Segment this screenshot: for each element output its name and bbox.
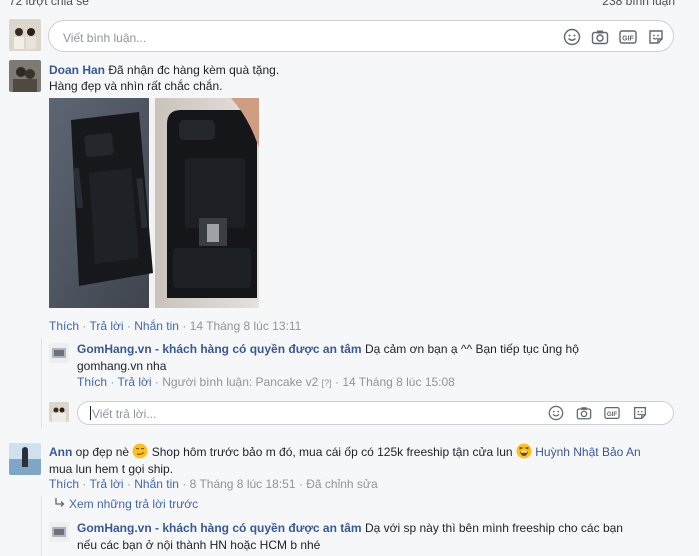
- reply-text-line2: gomhang.vn nha: [77, 359, 167, 373]
- comment2-author[interactable]: Ann: [49, 445, 72, 459]
- reply2-text-line2: nếu các bạn ở nội thành HN hoặc HCM b nh…: [77, 538, 321, 552]
- gomhang-avatar[interactable]: [49, 343, 69, 363]
- comments-count[interactable]: 238 bình luận: [602, 0, 675, 8]
- emoji-icon[interactable]: [563, 28, 581, 46]
- comment-timestamp[interactable]: 14 Tháng 8 lúc 13:11: [190, 319, 302, 333]
- reply2-text-line1: Dạ với sp này thì bên mình freeship cho …: [364, 521, 623, 535]
- message-link[interactable]: Nhắn tin: [134, 477, 179, 491]
- reply-composer-avatar: [49, 402, 69, 422]
- see-previous-label[interactable]: Xem những trả lời trước: [69, 497, 198, 511]
- reply-link[interactable]: Trả lời: [89, 319, 123, 333]
- comment-text-line2: Hàng đẹp và nhìn rất chắc chắn.: [49, 79, 223, 93]
- reply-thread-line: [41, 496, 42, 556]
- reply-input[interactable]: [90, 403, 394, 425]
- commenter-tag[interactable]: [?]: [322, 378, 332, 388]
- comment-actions: Thích · Trả lời · Nhắn tin · 14 Tháng 8 …: [49, 319, 302, 333]
- comment-input[interactable]: [61, 27, 365, 49]
- laughing-emoji-icon: [516, 443, 532, 459]
- reply-timestamp[interactable]: 14 Tháng 8 lúc 15:08: [342, 375, 455, 389]
- like-link[interactable]: Thích: [49, 319, 79, 333]
- comment2-text-part2: Shop hôm trước bảo m đó, mua cái ốp có 1…: [151, 445, 513, 459]
- reply-arrow-icon: [55, 498, 65, 507]
- camera-icon[interactable]: [576, 405, 592, 421]
- reply-actions: Thích · Trả lời · Người bình luận: Panca…: [77, 375, 455, 389]
- sticker-icon[interactable]: [647, 28, 665, 46]
- camera-icon[interactable]: [591, 28, 609, 46]
- comment2-text-part1: op đẹp nè: [75, 445, 130, 459]
- reply-link[interactable]: Trả lời: [89, 477, 123, 491]
- like-link[interactable]: Thích: [49, 477, 79, 491]
- comment-body: Doan Han Đã nhận đc hàng kèm quà tặng. H…: [49, 62, 669, 94]
- comment2-actions: Thích · Trả lời · Nhắn tin · 8 Tháng 8 l…: [49, 477, 378, 491]
- edited-label[interactable]: Đã chỉnh sửa: [306, 477, 377, 491]
- sticker-icon[interactable]: [632, 405, 648, 421]
- comment-text-line1: Đã nhận đc hàng kèm quà tặng.: [108, 63, 280, 77]
- reply-reply-link[interactable]: Trả lời: [117, 375, 151, 389]
- commenter-label: Người bình luận: Pancake v2: [162, 375, 319, 389]
- svg-text:GIF: GIF: [622, 35, 634, 42]
- current-user-avatar: [9, 19, 41, 51]
- ann-avatar[interactable]: [9, 443, 41, 475]
- reply2-body: GomHang.vn - khách hàng có quyền được an…: [77, 520, 657, 554]
- comment-author[interactable]: Doan Han: [49, 63, 105, 77]
- gif-icon[interactable]: GIF: [619, 28, 637, 46]
- message-link[interactable]: Nhắn tin: [134, 319, 179, 333]
- text-cursor: [90, 406, 91, 420]
- comment2-timestamp[interactable]: 8 Tháng 8 lúc 18:51: [190, 477, 296, 491]
- mention-link[interactable]: Huỳnh Nhật Bảo An: [535, 445, 640, 459]
- comment-photo[interactable]: [49, 98, 259, 308]
- see-previous-replies[interactable]: Xem những trả lời trước: [55, 497, 198, 511]
- reply-body: GomHang.vn - khách hàng có quyền được an…: [77, 341, 637, 375]
- reply2-author[interactable]: GomHang.vn - khách hàng có quyền được an…: [77, 521, 362, 535]
- comment2-text-line2: mua lun hem t gọi ship.: [49, 462, 174, 476]
- gif-icon[interactable]: GIF: [604, 405, 620, 421]
- comment-input-box[interactable]: GIF: [48, 20, 674, 52]
- reply-like-link[interactable]: Thích: [77, 375, 107, 389]
- reply-input-box[interactable]: GIF: [77, 401, 674, 425]
- smirk-emoji-icon: [132, 443, 148, 459]
- doan-han-avatar[interactable]: [9, 60, 41, 92]
- gomhang-avatar[interactable]: [49, 522, 69, 542]
- shares-count[interactable]: 72 lượt chia sẻ: [9, 0, 89, 8]
- reply-text-line1: Dạ cảm ơn bạn ạ ^^ Bạn tiếp tục ủng hộ: [364, 342, 579, 356]
- emoji-icon[interactable]: [548, 405, 564, 421]
- reply-author[interactable]: GomHang.vn - khách hàng có quyền được an…: [77, 342, 362, 356]
- comment2-body: Ann op đẹp nè Shop hôm trước bảo m đó, m…: [49, 443, 679, 478]
- svg-text:GIF: GIF: [607, 411, 618, 418]
- reply-thread-line: [41, 338, 42, 428]
